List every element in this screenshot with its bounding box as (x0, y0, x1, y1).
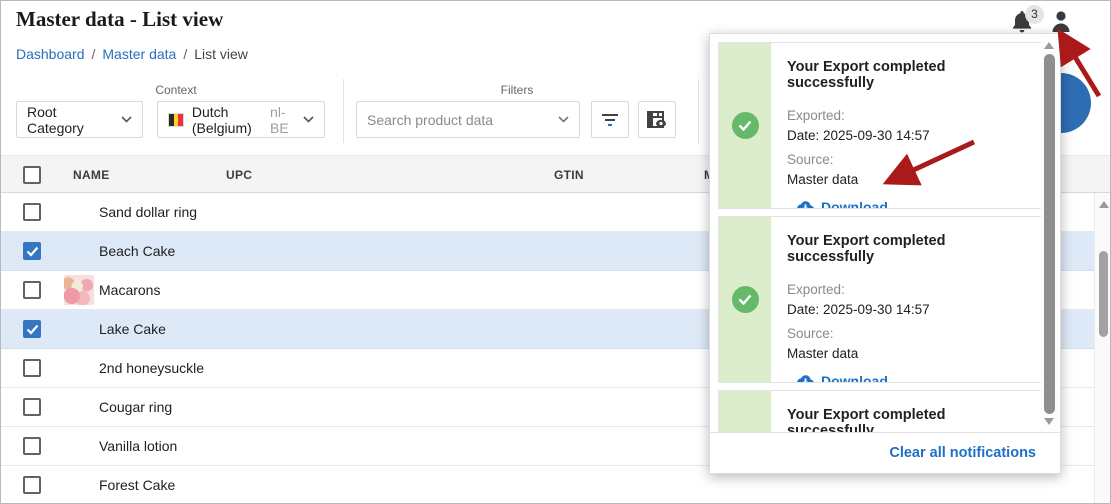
success-check-icon (732, 112, 759, 139)
chevron-down-icon (113, 116, 132, 123)
cloud-download-icon (797, 375, 814, 383)
category-select[interactable]: Root Category (16, 101, 143, 138)
language-context-select[interactable]: Dutch (Belgium) nl-BE (157, 101, 325, 138)
row-checkbox[interactable] (23, 476, 41, 494)
product-name: Forest Cake (99, 466, 175, 504)
export-date: Date: 2025-09-30 14:57 (787, 300, 1027, 320)
breadcrumb-dashboard-link[interactable]: Dashboard (16, 46, 85, 62)
download-link[interactable]: Download (797, 199, 1027, 209)
select-all-checkbox[interactable] (23, 166, 41, 184)
user-account-icon[interactable] (1048, 8, 1076, 36)
column-visibility-icon (647, 111, 667, 128)
product-name: Vanilla lotion (99, 427, 177, 466)
row-checkbox[interactable] (23, 359, 41, 377)
notification-success-stripe (719, 391, 771, 433)
row-checkbox[interactable] (23, 203, 41, 221)
toolbar-divider (698, 79, 699, 143)
source-label: Source: (787, 324, 1027, 344)
row-checkbox[interactable] (23, 398, 41, 416)
chevron-down-icon (295, 116, 314, 123)
column-header-upc[interactable]: UPC (226, 156, 252, 194)
notification-card: Your Export completed successfully Expor… (718, 390, 1042, 433)
scroll-up-arrow-icon[interactable] (1044, 42, 1054, 49)
table-vertical-scrollbar[interactable] (1094, 193, 1111, 504)
category-select-value: Root Category (27, 104, 113, 136)
breadcrumb-separator: / (183, 46, 187, 62)
toolbar-divider (343, 79, 344, 143)
exported-label: Exported: (787, 280, 1027, 300)
export-source: Master data (787, 170, 1027, 190)
chevron-down-icon (550, 116, 569, 123)
scrollbar-thumb[interactable] (1099, 251, 1108, 337)
scroll-up-arrow-icon[interactable] (1099, 201, 1109, 208)
belgium-flag-icon (168, 113, 184, 127)
search-product-data-select[interactable]: Search product data (356, 101, 580, 138)
row-checkbox[interactable] (23, 281, 41, 299)
download-link[interactable]: Download (797, 373, 1027, 383)
row-checkbox-checked[interactable] (23, 242, 41, 260)
row-checkbox-checked[interactable] (23, 320, 41, 338)
breadcrumb-master-data-link[interactable]: Master data (102, 46, 176, 62)
product-name: 2nd honeysuckle (99, 349, 204, 388)
language-select-value: Dutch (Belgium) (192, 104, 265, 136)
notifications-panel: Your Export completed successfully Expor… (709, 33, 1061, 474)
product-name: Cougar ring (99, 388, 172, 427)
notification-title: Your Export completed successfully (787, 59, 1027, 91)
notifications-scroll-area: Your Export completed successfully Expor… (710, 34, 1062, 433)
export-date: Date: 2025-09-30 14:57 (787, 126, 1027, 146)
filter-button[interactable] (591, 101, 629, 138)
export-source: Master data (787, 344, 1027, 364)
exported-label: Exported: (787, 106, 1027, 126)
clear-all-notifications-link[interactable]: Clear all notifications (889, 433, 1036, 473)
notification-title: Your Export completed successfully (787, 407, 1027, 433)
success-check-icon (732, 286, 759, 313)
scroll-down-arrow-icon[interactable] (1044, 418, 1054, 425)
breadcrumb: Dashboard / Master data / List view (16, 46, 248, 62)
notification-title: Your Export completed successfully (787, 233, 1027, 265)
product-name: Macarons (99, 271, 160, 310)
product-image (64, 275, 94, 305)
language-code: nl-BE (270, 104, 295, 136)
cloud-download-icon (797, 201, 814, 209)
source-label: Source: (787, 150, 1027, 170)
column-visibility-button[interactable] (638, 101, 676, 138)
product-name: Sand dollar ring (99, 193, 197, 232)
notification-card: Your Export completed successfully Expor… (718, 216, 1042, 383)
notification-card: Your Export completed successfully Expor… (718, 42, 1042, 209)
notification-count-badge: 3 (1025, 5, 1044, 24)
page-title: Master data - List view (16, 7, 223, 32)
notification-success-stripe (719, 217, 771, 382)
scrollbar-thumb[interactable] (1044, 54, 1055, 414)
product-name: Beach Cake (99, 232, 175, 271)
column-header-name[interactable]: NAME (73, 156, 110, 194)
notification-success-stripe (719, 43, 771, 208)
search-placeholder: Search product data (367, 112, 493, 128)
context-group-label: Context (121, 83, 231, 97)
breadcrumb-separator: / (92, 46, 96, 62)
filters-group-label: Filters (461, 83, 573, 97)
notifications-scrollbar[interactable] (1041, 36, 1058, 431)
breadcrumb-current: List view (194, 46, 248, 62)
master-data-list-view-page: Master data - List view Dashboard / Master… (0, 0, 1111, 504)
notifications-footer: Clear all notifications (710, 432, 1060, 473)
column-header-gtin[interactable]: GTIN (554, 156, 584, 194)
product-name: Lake Cake (99, 310, 166, 349)
row-checkbox[interactable] (23, 437, 41, 455)
filter-icon (601, 113, 619, 127)
